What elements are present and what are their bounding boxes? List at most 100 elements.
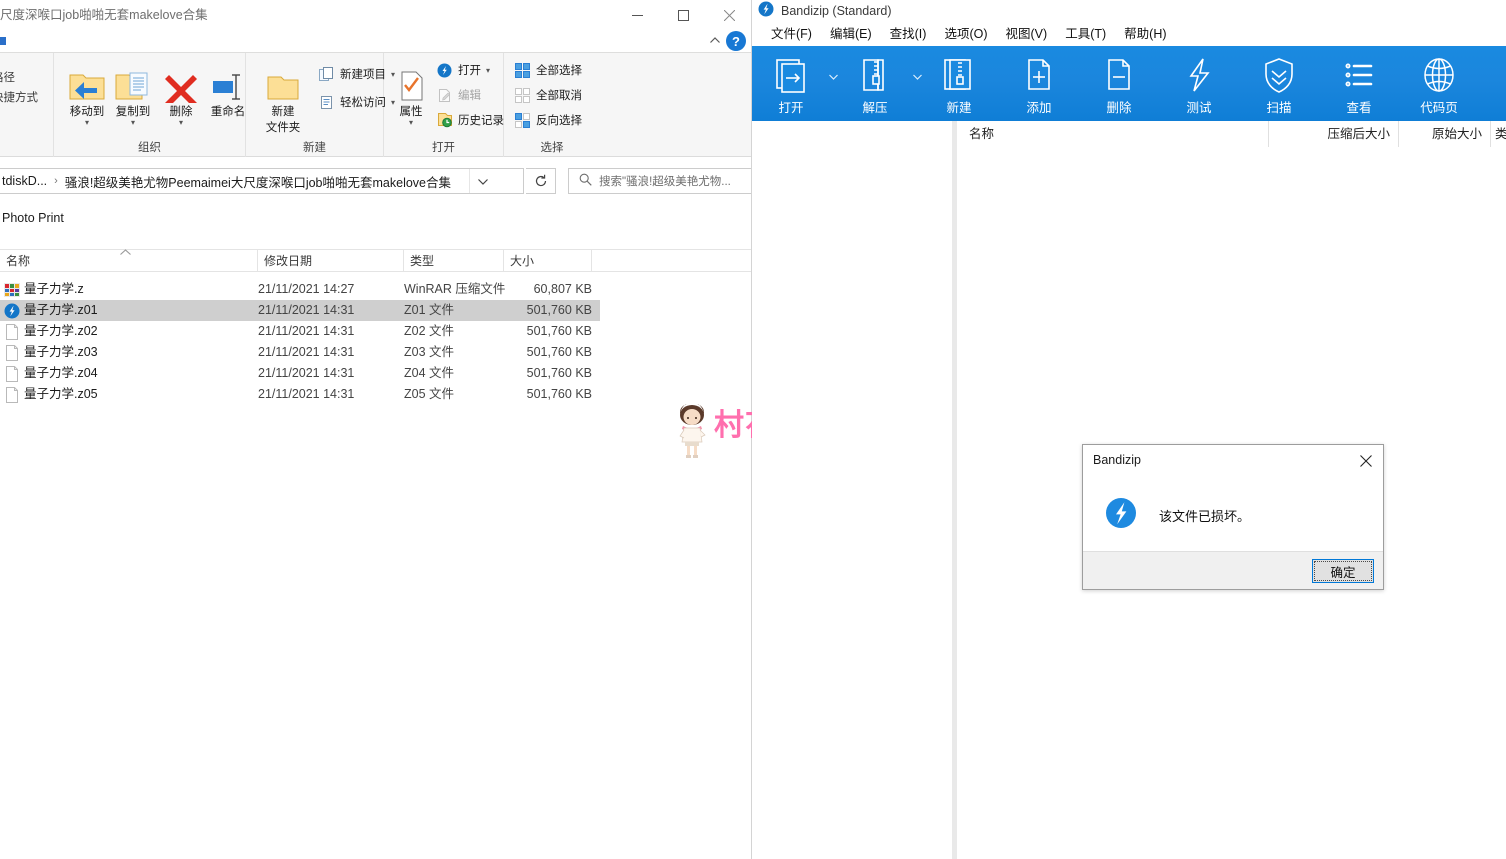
column-header-date[interactable]: 修改日期	[258, 250, 404, 272]
open-button[interactable]: 打开 ▾	[436, 57, 490, 83]
extract-icon	[844, 54, 906, 96]
file-date: 21/11/2021 14:27	[258, 282, 355, 296]
table-row[interactable]: 量子力学.z02 21/11/2021 14:31 Z02 文件 501,760…	[0, 321, 600, 342]
error-dialog: Bandizip 该文件已损坏。 确定	[1082, 444, 1384, 590]
toolbar-open-label: 打开	[778, 101, 804, 115]
table-row[interactable]: 量子力学.z01 21/11/2021 14:31 Z01 文件 501,760…	[0, 300, 600, 321]
refresh-icon[interactable]	[526, 168, 556, 194]
sort-ascending-icon	[120, 242, 131, 264]
menu-find[interactable]: 查找(I)	[881, 22, 936, 46]
dialog-title: Bandizip	[1093, 453, 1141, 467]
bandizip-folder-tree[interactable]	[752, 121, 952, 859]
table-row[interactable]: 量子力学.z05 21/11/2021 14:31 Z05 文件 501,760…	[0, 384, 600, 405]
bandizip-column-headers: 名称 压缩后大小 原始大小 类型	[957, 121, 1506, 147]
menu-view[interactable]: 视图(V)	[997, 22, 1057, 46]
file-name: 量子力学.z05	[24, 387, 98, 401]
open-label: 打开	[458, 65, 481, 77]
delete-icon	[158, 59, 204, 103]
file-date: 21/11/2021 14:31	[258, 303, 355, 317]
file-name: 量子力学.z03	[24, 345, 98, 359]
toolbar-test-button[interactable]: 测试	[1168, 54, 1230, 116]
explorer-address-row: tdiskD... › 骚浪!超级美艳尤物Peemaimei大尺度深喉口job啪…	[0, 157, 751, 207]
invert-selection-button[interactable]: 反向选择	[514, 107, 582, 133]
menu-options[interactable]: 选项(O)	[935, 22, 996, 46]
file-size: 60,807 KB	[533, 282, 592, 296]
table-row[interactable]: 量子力学.z04 21/11/2021 14:31 Z04 文件 501,760…	[0, 363, 600, 384]
copy-to-caret-icon[interactable]: ▾	[110, 119, 156, 127]
toolbar-extract-split-icon[interactable]	[910, 72, 924, 83]
column-header-type[interactable]: 类型	[404, 250, 504, 272]
toolbar-view-button[interactable]: 查看	[1328, 54, 1390, 116]
close-icon[interactable]	[706, 0, 751, 30]
select-all-button[interactable]: 全部选择	[514, 57, 582, 83]
toolbar-codepage-button[interactable]: 代码页	[1408, 54, 1470, 116]
new-archive-icon	[928, 54, 990, 96]
move-to-button[interactable]: 移动到 ▾	[64, 59, 110, 127]
toolbar-open-split-icon[interactable]	[826, 72, 840, 83]
bz-column-header-original-size[interactable]: 原始大小	[1399, 121, 1491, 147]
properties-caret-icon[interactable]: ▾	[392, 119, 430, 127]
file-size: 501,760 KB	[526, 345, 592, 359]
open-caret-icon[interactable]: ▾	[486, 66, 490, 75]
ribbon-group-new: 新建 文件夹 新建项目 ▾ 轻松访问 ▾ 新建	[246, 53, 395, 158]
ribbon-collapse-icon[interactable]	[704, 35, 726, 47]
column-header-name[interactable]: 名称	[0, 249, 258, 272]
toolbar-delete-label: 删除	[1106, 101, 1132, 115]
bz-column-header-type[interactable]: 类型	[1491, 121, 1506, 147]
new-folder-button[interactable]: 新建 文件夹	[256, 59, 310, 135]
properties-button[interactable]: 属性 ▾	[392, 59, 430, 127]
toolbar-open-button[interactable]: 打开	[760, 54, 822, 116]
menu-edit[interactable]: 编辑(E)	[821, 22, 881, 46]
table-row[interactable]: 量子力学.z03 21/11/2021 14:31 Z03 文件 501,760…	[0, 342, 600, 363]
history-label: 历史记录	[458, 115, 504, 127]
toolbar-new-button[interactable]: 新建	[928, 54, 990, 116]
search-icon	[579, 173, 592, 189]
maximize-icon[interactable]	[660, 0, 706, 30]
bandizip-logo-icon	[758, 1, 774, 22]
blank-file-icon	[4, 366, 20, 382]
clipboard-copy-path-label[interactable]: 路径	[0, 69, 15, 85]
copy-to-label: 复制到	[115, 106, 151, 118]
clipboard-paste-shortcut-label[interactable]: 快捷方式	[0, 89, 38, 105]
toolbar-add-button[interactable]: 添加	[1008, 54, 1070, 116]
menu-tools[interactable]: 工具(T)	[1056, 22, 1115, 46]
ok-button[interactable]: 确定	[1312, 559, 1374, 583]
history-button[interactable]: 历史记录	[436, 107, 504, 133]
properties-icon	[392, 59, 430, 103]
help-icon[interactable]: ?	[726, 31, 746, 51]
ribbon-group-open: 属性 ▾ 打开 ▾ 编辑 历史记录 打开	[384, 53, 504, 158]
breadcrumb-root[interactable]: tdiskD...	[0, 174, 47, 188]
bz-column-header-name[interactable]: 名称	[957, 121, 1269, 147]
search-input[interactable]: 搜索"骚浪!超级美艳尤物...	[568, 168, 751, 194]
file-explorer-window: 尺度深喉口job啪啪无套makelove合集 ? 径 捷方式 移动到 ▾ 复制到…	[0, 0, 752, 859]
explorer-column-headers: 名称 修改日期 类型 大小	[0, 249, 751, 272]
bandizip-logo-icon	[1105, 497, 1137, 534]
bandizip-open-icon	[436, 62, 453, 79]
breadcrumb[interactable]: tdiskD... › 骚浪!超级美艳尤物Peemaimei大尺度深喉口job啪…	[0, 168, 524, 194]
delete-button[interactable]: 删除 ▾	[158, 59, 204, 127]
select-none-button[interactable]: 全部取消	[514, 82, 582, 108]
move-to-caret-icon[interactable]: ▾	[64, 119, 110, 127]
menu-file[interactable]: 文件(F)	[762, 22, 821, 46]
edit-icon	[436, 87, 453, 104]
toolbar-scan-button[interactable]: 扫描	[1248, 54, 1310, 116]
chevron-down-icon[interactable]	[469, 169, 495, 193]
ribbon-group-open-label: 打开	[432, 142, 455, 154]
menu-help[interactable]: 帮助(H)	[1115, 22, 1175, 46]
move-to-label: 移动到	[69, 106, 105, 118]
copy-to-button[interactable]: 复制到 ▾	[110, 59, 156, 127]
delete-caret-icon[interactable]: ▾	[158, 119, 204, 127]
minimize-icon[interactable]	[614, 0, 660, 30]
close-icon[interactable]	[1353, 449, 1379, 473]
column-header-size[interactable]: 大小	[504, 250, 592, 272]
bandizip-title: Bandizip (Standard)	[781, 4, 892, 18]
add-file-icon	[1008, 54, 1070, 96]
dialog-content: 该文件已损坏。	[1083, 479, 1383, 551]
toolbar-delete-button[interactable]: 删除	[1088, 54, 1150, 116]
breadcrumb-current[interactable]: 骚浪!超级美艳尤物Peemaimei大尺度深喉口job啪啪无套makelove合…	[65, 172, 451, 191]
explorer-ribbon: 路径 快捷方式 移动到 ▾	[0, 52, 751, 158]
toolbar-test-label: 测试	[1186, 101, 1212, 115]
table-row[interactable]: 量子力学.z 21/11/2021 14:27 WinRAR 压缩文件 60,8…	[0, 279, 600, 300]
bz-column-header-compressed-size[interactable]: 压缩后大小	[1269, 121, 1399, 147]
toolbar-extract-button[interactable]: 解压	[844, 54, 906, 116]
